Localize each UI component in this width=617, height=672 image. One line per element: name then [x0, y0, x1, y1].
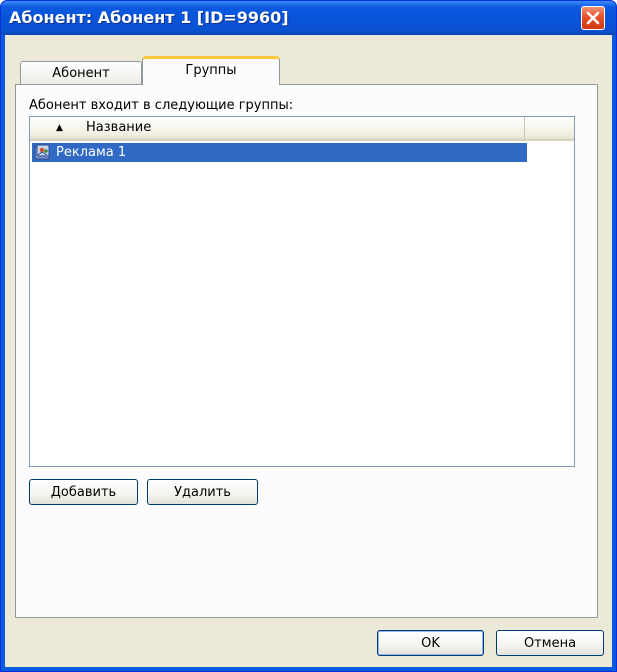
list-item[interactable]: Реклама 1	[32, 143, 527, 162]
dialog-client-area: Абонент Группы Абонент входит в следующи…	[5, 35, 612, 667]
add-button[interactable]: Добавить	[29, 479, 138, 505]
tab-groups[interactable]: Группы	[142, 56, 280, 85]
tab-subscriber-label: Абонент	[52, 66, 110, 81]
sort-ascending-icon: ▲	[56, 123, 63, 133]
close-button[interactable]	[581, 6, 605, 30]
tab-subscriber[interactable]: Абонент	[20, 61, 142, 84]
column-header-label: Название	[86, 120, 152, 135]
close-x-icon	[586, 11, 600, 25]
dialog-window: Абонент: Абонент 1 [ID=9960] Абонент Гру…	[0, 0, 617, 672]
groups-caption: Абонент входит в следующие группы:	[29, 98, 294, 113]
remove-button[interactable]: Удалить	[147, 479, 258, 505]
window-title: Абонент: Абонент 1 [ID=9960]	[9, 8, 289, 27]
groups-tab-panel: Абонент входит в следующие группы: ▲ Наз…	[15, 84, 598, 618]
column-header-name[interactable]: ▲ Название	[30, 117, 525, 139]
cancel-button[interactable]: Отмена	[496, 630, 604, 656]
group-icon	[34, 144, 50, 160]
groups-list[interactable]: ▲ Название Реклама 1	[29, 116, 575, 467]
list-header: ▲ Название	[30, 117, 574, 141]
title-bar[interactable]: Абонент: Абонент 1 [ID=9960]	[1, 1, 616, 35]
ok-button[interactable]: OK	[377, 630, 484, 656]
tab-groups-label: Группы	[185, 63, 237, 78]
list-item-label: Реклама 1	[56, 145, 127, 160]
